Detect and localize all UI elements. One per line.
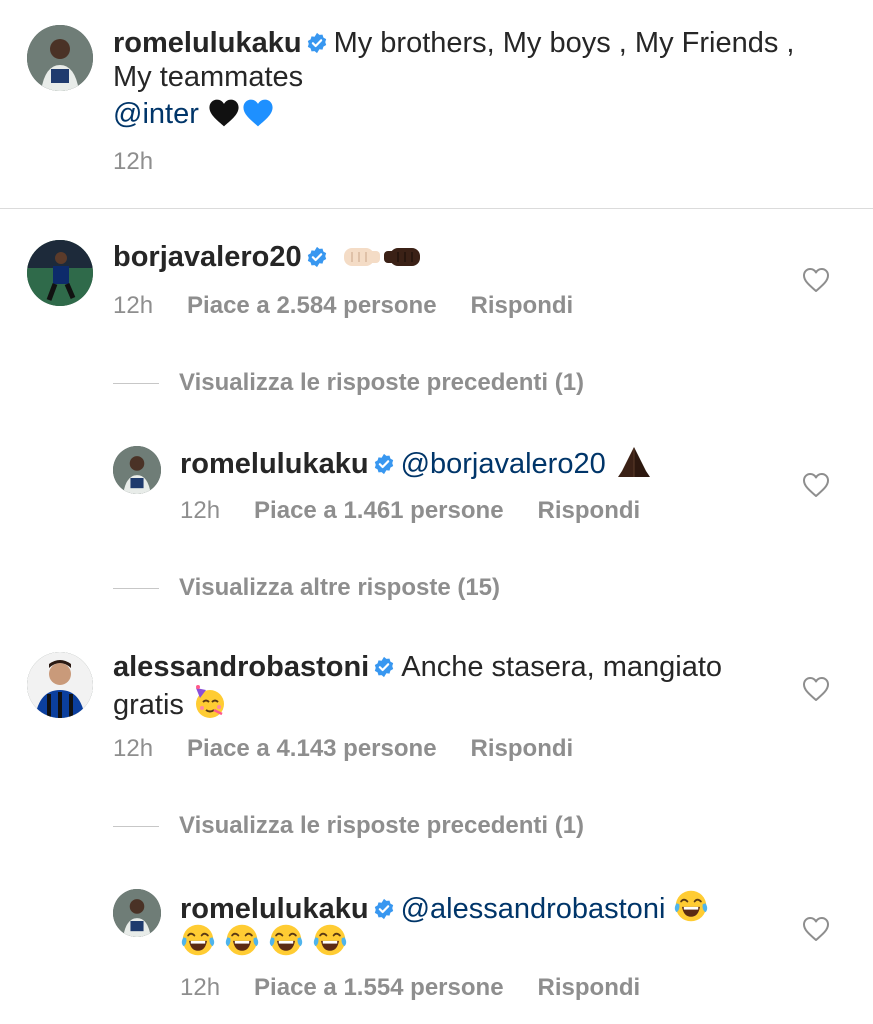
username[interactable]: romelulukaku bbox=[113, 27, 302, 59]
reply-button[interactable]: Rispondi bbox=[471, 735, 574, 762]
username[interactable]: alessandrobastoni bbox=[113, 651, 369, 683]
mention-link[interactable]: @inter bbox=[113, 98, 199, 130]
comment-text: Anche stasera, mangiato bbox=[401, 651, 723, 683]
verified-icon bbox=[306, 32, 328, 54]
like-heart-icon[interactable] bbox=[802, 267, 830, 293]
reply-emojis bbox=[180, 922, 348, 966]
likes-count[interactable]: Piace a 4.143 persone bbox=[187, 735, 437, 762]
caption-text: My brothers, My boys , My Friends , bbox=[333, 27, 795, 59]
reply-button[interactable]: Rispondi bbox=[538, 497, 641, 524]
caption-meta: 12h bbox=[113, 148, 187, 176]
reply-button[interactable]: Rispondi bbox=[538, 974, 641, 1001]
black-heart-icon bbox=[207, 97, 241, 137]
view-replies-label[interactable]: Visualizza le risposte precedenti (1) bbox=[179, 812, 584, 839]
avatar[interactable] bbox=[113, 889, 161, 937]
timestamp: 12h bbox=[113, 735, 154, 762]
dash-divider bbox=[113, 826, 159, 828]
partying-face-icon bbox=[192, 684, 228, 728]
likes-count[interactable]: Piace a 2.584 persone bbox=[187, 292, 437, 319]
comment-meta: 12h Piace a 2.584 persone Rispondi bbox=[113, 292, 607, 320]
caption-line-2: My teammates bbox=[113, 60, 303, 94]
comment-line: alessandrobastoni Anche stasera, mangiato bbox=[113, 650, 722, 684]
timestamp: 12h bbox=[180, 974, 221, 1001]
blue-heart-icon bbox=[241, 97, 275, 137]
username[interactable]: romelulukaku bbox=[180, 893, 369, 925]
dash-divider bbox=[113, 383, 159, 385]
username[interactable]: borjavalero20 bbox=[113, 241, 302, 273]
reply-line: romelulukaku @borjavalero20 bbox=[180, 445, 654, 487]
view-replies-button[interactable]: Visualizza le risposte precedenti (1) bbox=[113, 812, 584, 840]
tears-of-joy-icon bbox=[180, 922, 216, 966]
tears-of-joy-icon bbox=[312, 922, 348, 966]
timestamp: 12h bbox=[180, 497, 221, 524]
tears-of-joy-icon bbox=[224, 922, 260, 966]
likes-count[interactable]: Piace a 1.554 persone bbox=[254, 974, 504, 1001]
username[interactable]: romelulukaku bbox=[180, 448, 369, 480]
fist-bump-light-icon bbox=[342, 242, 382, 280]
view-replies-label[interactable]: Visualizza le risposte precedenti (1) bbox=[179, 369, 584, 396]
more-replies-button[interactable]: Visualizza altre risposte (15) bbox=[113, 574, 500, 602]
comment-text: gratis bbox=[113, 689, 184, 721]
mention-link[interactable]: @borjavalero20 bbox=[401, 448, 606, 480]
tears-of-joy-icon bbox=[673, 888, 709, 932]
caption-line-1: romelulukaku My brothers, My boys , My Fr… bbox=[113, 26, 794, 60]
more-replies-label[interactable]: Visualizza altre risposte (15) bbox=[179, 574, 500, 601]
verified-icon bbox=[306, 246, 328, 268]
mention-link[interactable]: @alessandrobastoni bbox=[401, 893, 666, 925]
divider bbox=[0, 208, 873, 209]
dash-divider bbox=[113, 588, 159, 590]
verified-icon bbox=[373, 656, 395, 678]
like-heart-icon[interactable] bbox=[802, 472, 830, 498]
comment-line-2: gratis bbox=[113, 684, 228, 728]
like-heart-icon[interactable] bbox=[802, 916, 830, 942]
verified-icon bbox=[373, 898, 395, 920]
caption-text: My teammates bbox=[113, 61, 304, 93]
likes-count[interactable]: Piace a 1.461 persone bbox=[254, 497, 504, 524]
view-replies-button[interactable]: Visualizza le risposte precedenti (1) bbox=[113, 369, 584, 397]
timestamp: 12h bbox=[113, 292, 154, 319]
folded-hands-icon bbox=[614, 445, 654, 487]
like-heart-icon[interactable] bbox=[802, 676, 830, 702]
timestamp: 12h bbox=[113, 148, 154, 175]
caption-line-3: @inter bbox=[113, 97, 275, 137]
verified-icon bbox=[373, 453, 395, 475]
reply-meta: 12h Piace a 1.554 persone Rispondi bbox=[180, 974, 674, 1002]
reply-meta: 12h Piace a 1.461 persone Rispondi bbox=[180, 497, 674, 525]
comment-line: borjavalero20 bbox=[113, 240, 422, 280]
fist-bump-dark-icon bbox=[382, 242, 422, 280]
avatar[interactable] bbox=[27, 240, 93, 306]
comment-meta: 12h Piace a 4.143 persone Rispondi bbox=[113, 735, 607, 763]
avatar[interactable] bbox=[113, 446, 161, 494]
avatar[interactable] bbox=[27, 25, 93, 91]
avatar[interactable] bbox=[27, 652, 93, 718]
reply-button[interactable]: Rispondi bbox=[471, 292, 574, 319]
tears-of-joy-icon bbox=[268, 922, 304, 966]
